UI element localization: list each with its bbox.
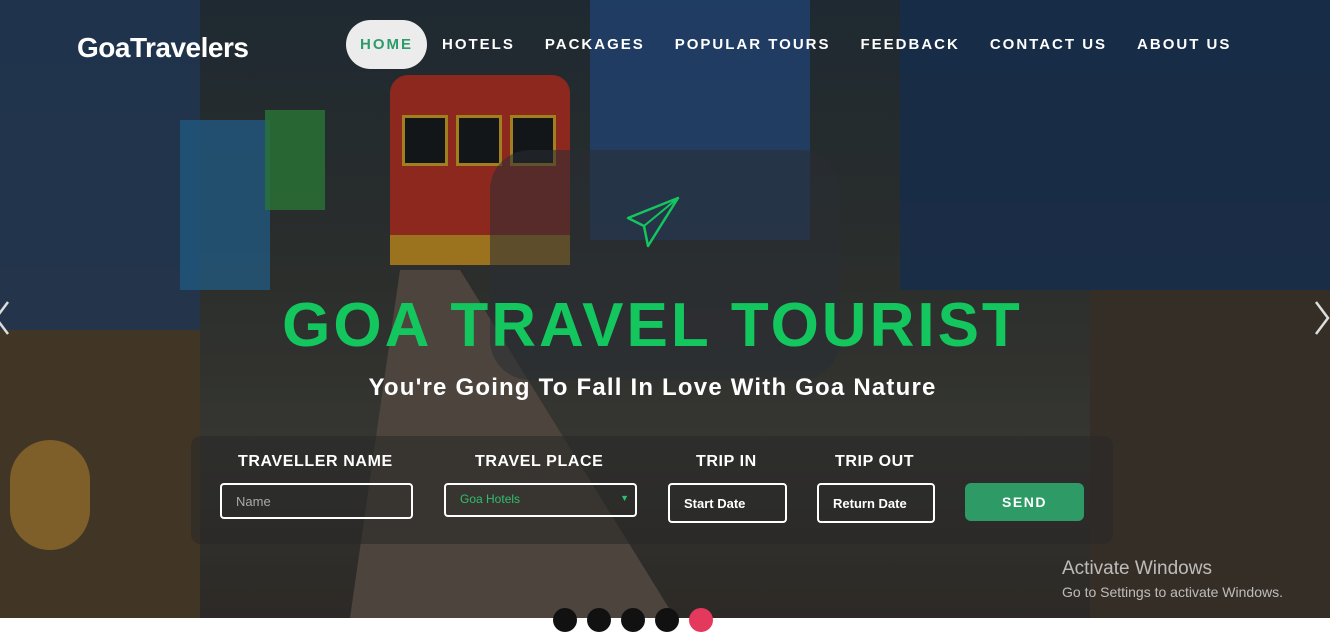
nav-popular-tours[interactable]: POPULAR TOURS bbox=[660, 20, 846, 69]
nav-home[interactable]: HOME bbox=[346, 20, 427, 69]
travel-place-select[interactable]: Goa Hotels ▼ bbox=[444, 483, 637, 517]
watermark-title: Activate Windows bbox=[1062, 558, 1212, 579]
main-nav: HOME HOTELS PACKAGES POPULAR TOURS FEEDB… bbox=[346, 20, 1246, 69]
carousel-indicators bbox=[553, 608, 713, 632]
carousel-dot[interactable] bbox=[655, 608, 679, 632]
carousel-dot-active[interactable] bbox=[689, 608, 713, 632]
paper-plane-icon bbox=[626, 196, 682, 253]
carousel-dot[interactable] bbox=[553, 608, 577, 632]
watermark-subtitle: Go to Settings to activate Windows. bbox=[1062, 584, 1283, 600]
travel-place-value: Goa Hotels bbox=[460, 492, 521, 506]
start-date-field[interactable]: Start Date bbox=[668, 483, 787, 523]
nav-feedback[interactable]: FEEDBACK bbox=[845, 20, 974, 69]
nav-packages[interactable]: PACKAGES bbox=[530, 20, 660, 69]
nav-hotels[interactable]: HOTELS bbox=[427, 20, 530, 69]
nav-contact-us[interactable]: CONTACT US bbox=[975, 20, 1122, 69]
carousel-dot[interactable] bbox=[621, 608, 645, 632]
hero-headline: GOA TRAVEL TOURIST bbox=[282, 291, 1023, 360]
travel-place-label: TRAVEL PLACE bbox=[475, 453, 604, 470]
trip-out-label: TRIP OUT bbox=[835, 453, 915, 470]
traveller-name-label: TRAVELLER NAME bbox=[238, 453, 393, 470]
site-logo[interactable]: GoaTravelers bbox=[77, 32, 249, 64]
chevron-right-icon[interactable] bbox=[1314, 300, 1330, 345]
hero-subheadline: You're Going To Fall In Love With Goa Na… bbox=[368, 374, 937, 401]
booking-form: TRAVELLER NAME TRAVEL PLACE Goa Hotels ▼… bbox=[191, 436, 1113, 544]
windows-activation-watermark: Activate Windows Go to Settings to activ… bbox=[1062, 558, 1283, 600]
send-button[interactable]: SEND bbox=[965, 483, 1084, 521]
trip-in-label: TRIP IN bbox=[696, 453, 757, 470]
return-date-field[interactable]: Return Date bbox=[817, 483, 935, 523]
traveller-name-input[interactable] bbox=[220, 483, 413, 519]
carousel-dot[interactable] bbox=[587, 608, 611, 632]
chevron-down-icon: ▼ bbox=[620, 493, 629, 503]
nav-about-us[interactable]: ABOUT US bbox=[1122, 20, 1246, 69]
